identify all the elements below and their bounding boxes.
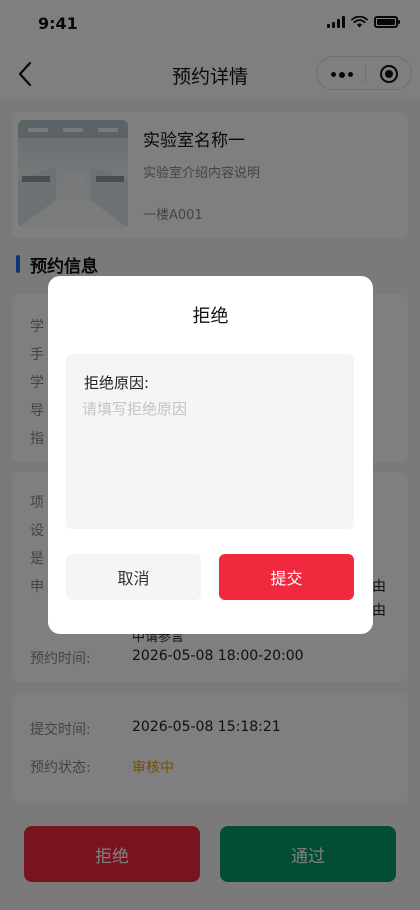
dialog-title: 拒绝 (192, 306, 229, 327)
reason-textarea[interactable] (82, 398, 340, 516)
reason-label: 拒绝原因: (84, 374, 150, 392)
submit-button[interactable]: 提交 (219, 554, 354, 600)
reason-box: 拒绝原因: (66, 354, 354, 529)
cancel-button[interactable]: 取消 (66, 554, 201, 600)
reject-dialog: 拒绝 拒绝原因: 取消 提交 (48, 276, 373, 634)
